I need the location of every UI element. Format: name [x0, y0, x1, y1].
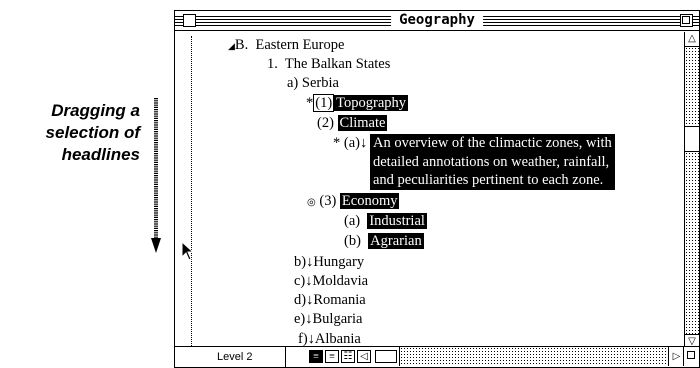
- scroll-up-arrow-icon[interactable]: △: [685, 32, 699, 47]
- headline-climate[interactable]: (2) Climate: [317, 114, 388, 132]
- left-margin-rule: [191, 36, 192, 348]
- zoom-box-icon[interactable]: [680, 14, 693, 27]
- mouse-pointer-icon: [181, 241, 195, 261]
- level-indicator: Level 2: [217, 351, 253, 363]
- status-bar: Level 2 ≡ ≡ ☷ ◁ ▷: [175, 346, 699, 367]
- headline-eastern-europe[interactable]: ◢B. Eastern Europe: [228, 36, 344, 55]
- outline-view-icon[interactable]: ≡: [309, 350, 323, 363]
- note-line-2: detailed annotations on weather, rainfal…: [373, 153, 610, 170]
- horizontal-scrollbar[interactable]: [399, 347, 669, 366]
- headline-text: Climate: [337, 115, 388, 131]
- page-view-icon[interactable]: ≡: [325, 350, 339, 363]
- chart-view-icon[interactable]: ☷: [341, 350, 355, 363]
- headline-label: (1): [313, 94, 335, 112]
- status-divider: [285, 347, 286, 367]
- outline-content: ◢B. Eastern Europe 1. The Balkan States …: [175, 32, 685, 348]
- down-arrow-icon: ↓: [359, 135, 368, 151]
- marker-icon: *: [333, 135, 341, 151]
- drag-down-arrow-icon: [151, 98, 161, 253]
- headline-romania[interactable]: d)↓Romania: [294, 291, 366, 309]
- scroll-right-arrow-icon[interactable]: ▷: [668, 347, 684, 366]
- caption-line-1: Dragging a: [51, 101, 140, 120]
- horizontal-scroll-thumb[interactable]: [375, 350, 397, 363]
- note-line-3: and peculiarities pertinent to each zone…: [373, 172, 604, 188]
- caption-line-2: selection of: [45, 123, 140, 142]
- headline-text: Topography: [334, 95, 409, 111]
- headline-label: (a): [344, 213, 361, 229]
- note-line-1: An overview of the climactic zones, with: [373, 135, 612, 151]
- callout-caption: Dragging a selection of headlines: [0, 100, 140, 166]
- headline-label: a): [287, 75, 299, 91]
- headline-economy[interactable]: ◎ (3) Economy: [307, 192, 400, 212]
- vertical-scrollbar[interactable]: △ ▽: [684, 32, 699, 349]
- headline-text: Eastern Europe: [255, 37, 345, 53]
- resize-box-icon[interactable]: [683, 347, 699, 366]
- collapse-marker-icon: ◢: [228, 41, 235, 51]
- headline-note-text: An overview of the climactic zones, with…: [370, 134, 615, 190]
- scroll-thumb[interactable]: [685, 126, 699, 152]
- headline-hungary[interactable]: b)↓Hungary: [294, 253, 364, 271]
- outline-window: Geography ◢B. Eastern Europe 1. The Balk…: [174, 10, 700, 368]
- headline-balkan-states[interactable]: 1. The Balkan States: [267, 55, 390, 73]
- headline-text: Industrial: [367, 213, 427, 229]
- headline-moldavia[interactable]: c)↓Moldavia: [294, 272, 368, 290]
- headline-text: The Balkan States: [284, 56, 391, 72]
- caption-line-3: headlines: [61, 145, 140, 164]
- headline-agrarian[interactable]: (b) Agrarian: [344, 232, 424, 250]
- headline-climate-note[interactable]: * (a)↓: [333, 134, 367, 152]
- collapse-marker-icon: ◎: [307, 197, 316, 208]
- headline-label: (b): [344, 233, 361, 249]
- headline-label: (a): [343, 135, 360, 151]
- headline-label: (2): [317, 115, 334, 131]
- headline-label: 1.: [267, 56, 278, 72]
- close-box-icon[interactable]: [183, 14, 196, 27]
- headline-industrial[interactable]: (a) Industrial: [344, 212, 427, 230]
- title-bar[interactable]: Geography: [175, 11, 699, 31]
- headline-label: B.: [234, 37, 249, 53]
- headline-text: Economy: [339, 193, 400, 209]
- headline-serbia[interactable]: a) Serbia: [287, 74, 339, 92]
- headline-topography[interactable]: * (1) Topography: [306, 94, 409, 112]
- headline-bulgaria[interactable]: e)↓Bulgaria: [294, 310, 362, 328]
- headline-label: (3): [319, 193, 337, 209]
- window-title: Geography: [391, 12, 483, 29]
- scroll-left-arrow-icon[interactable]: ◁: [357, 350, 371, 363]
- headline-text: Serbia: [301, 75, 339, 91]
- headline-text: Agrarian: [368, 233, 424, 249]
